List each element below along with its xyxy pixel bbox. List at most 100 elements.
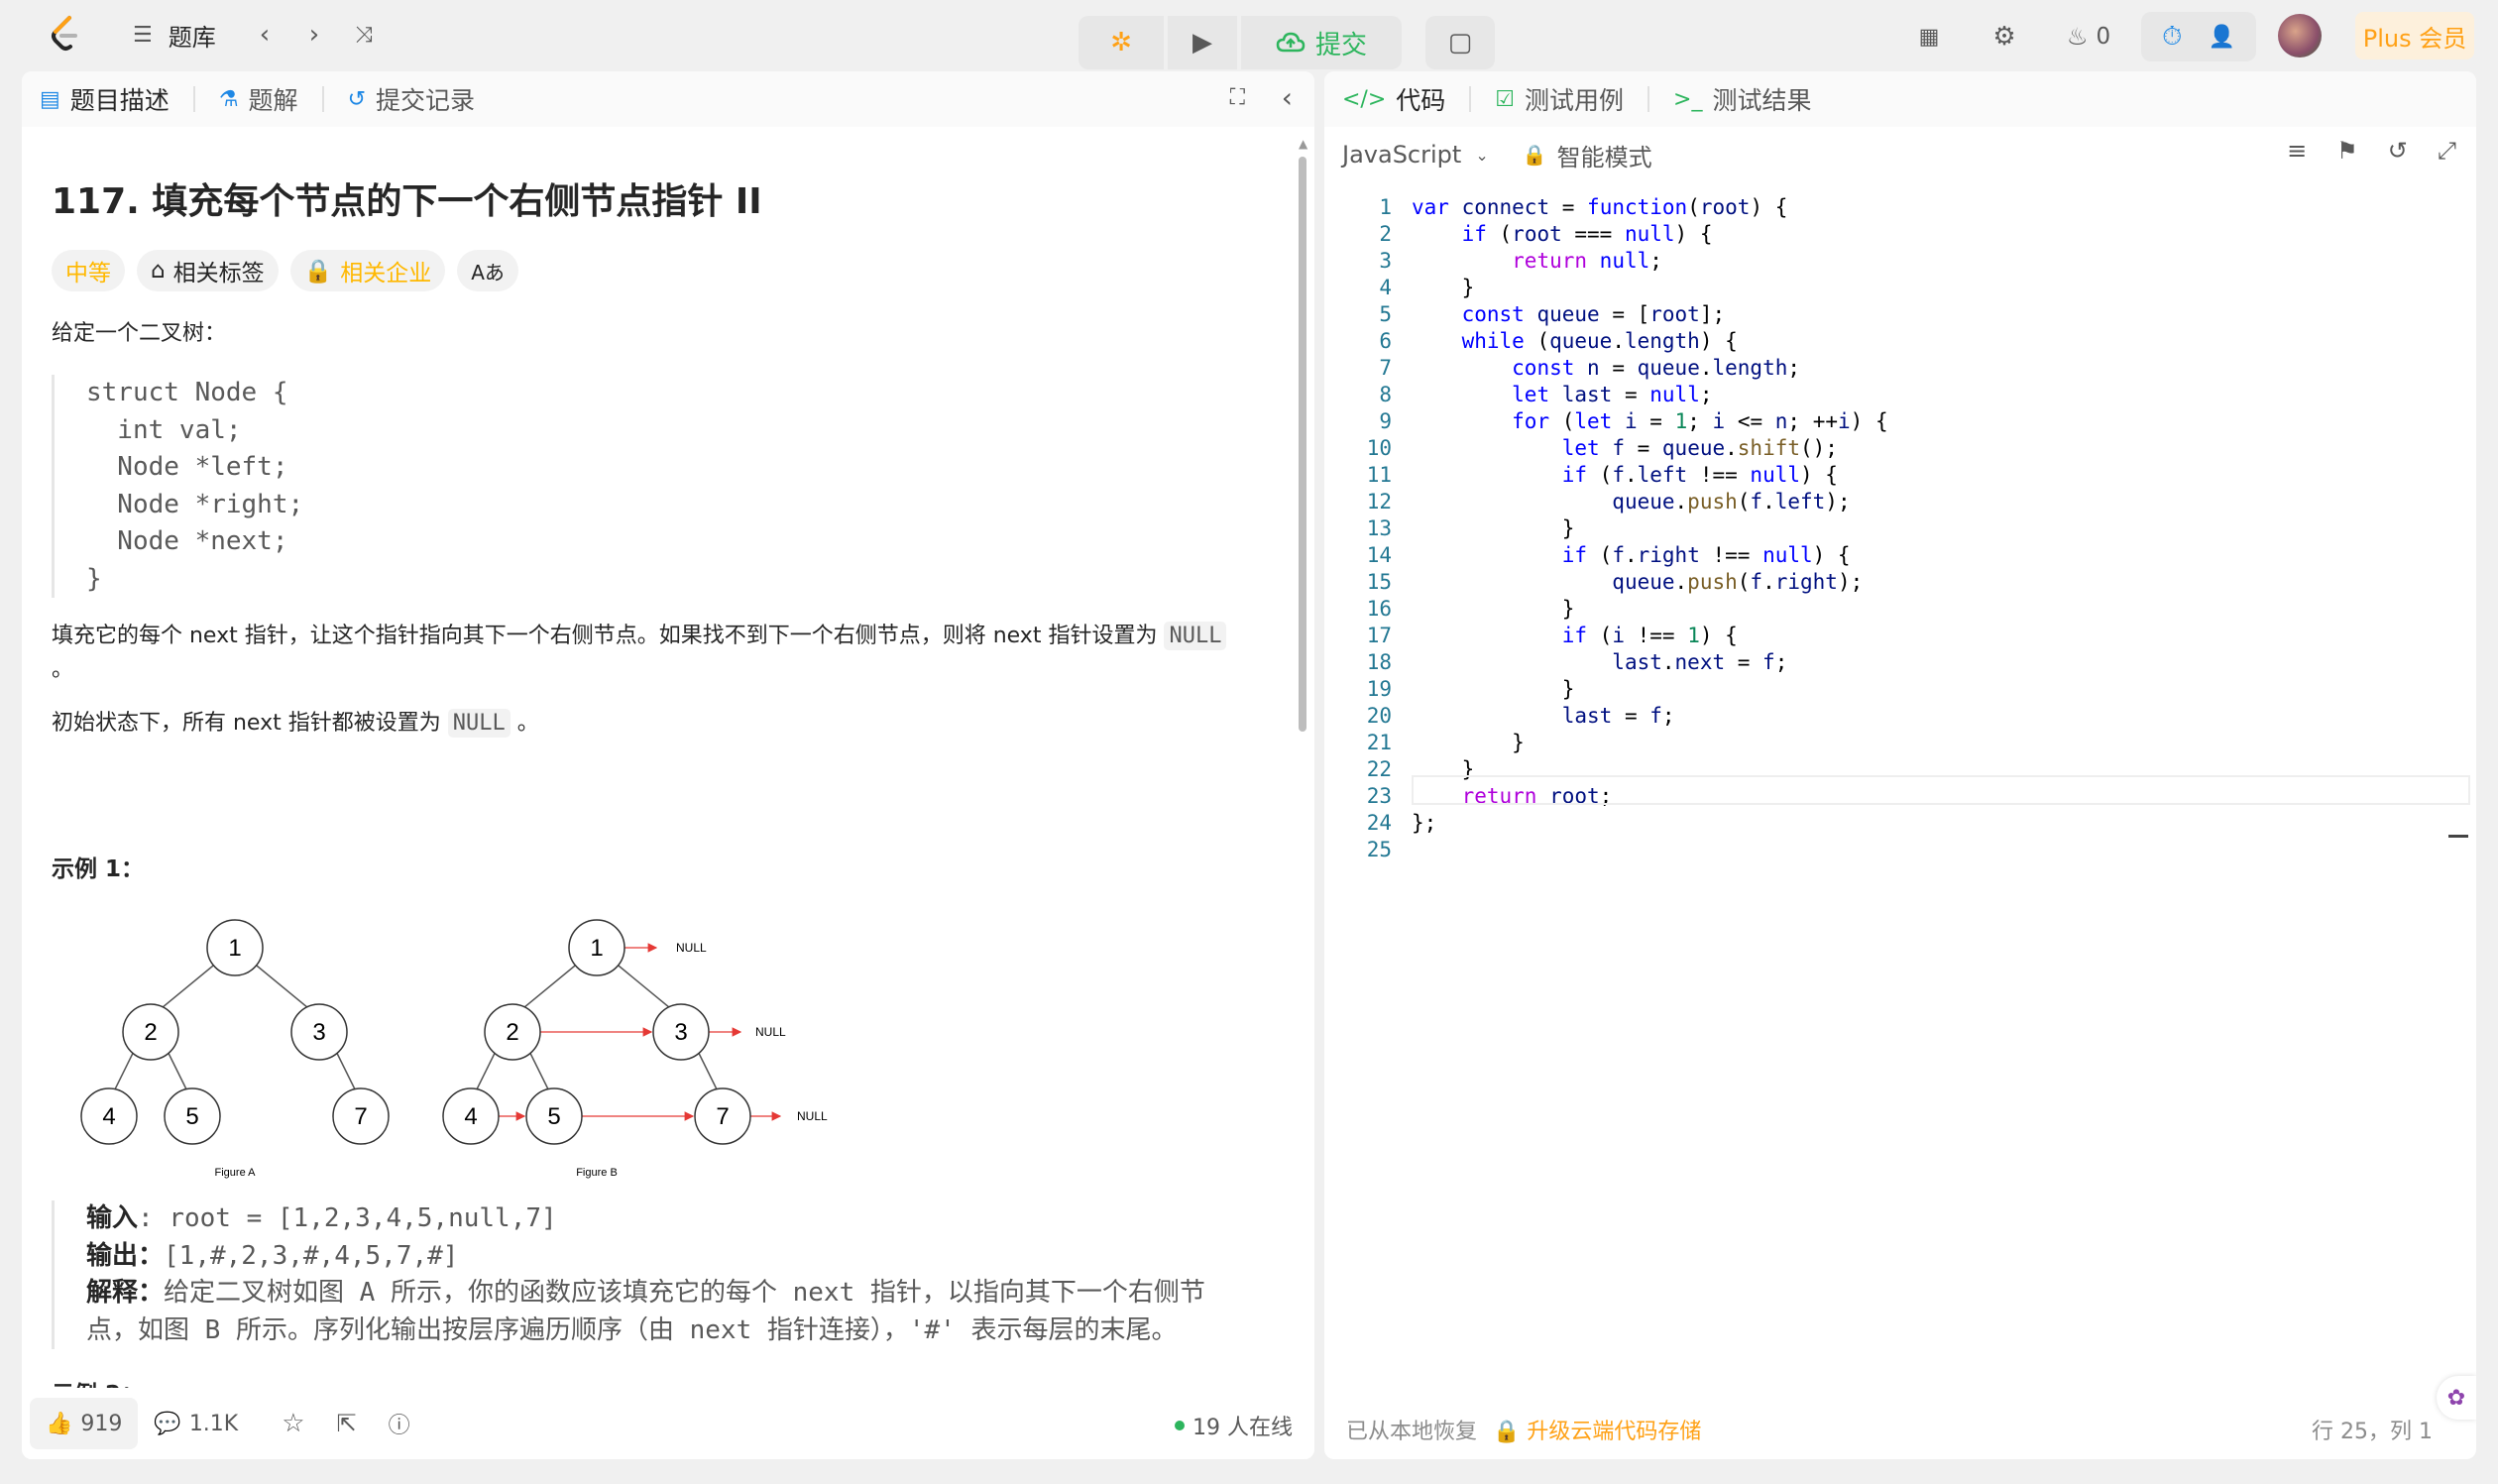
flask-icon: ⚗ [218, 86, 239, 112]
streak-counter[interactable]: ♨ 0 [2054, 20, 2123, 54]
topics-tag-button[interactable]: ⌂ 相关标签 [137, 250, 279, 291]
like-count: 919 [80, 1411, 123, 1436]
code-line[interactable]: 12 queue.push(f.left); [1324, 489, 2476, 515]
like-button[interactable]: 👍 919 [30, 1398, 139, 1449]
code-line[interactable]: 6 while (queue.length) { [1324, 328, 2476, 355]
tab-divider [1647, 86, 1650, 112]
code-line[interactable]: 17 if (i !== 1) { [1324, 623, 2476, 649]
smart-mode-toggle[interactable]: 🔒 智能模式 [1523, 138, 1652, 172]
problem-bank-nav[interactable]: ☰ 题库 [133, 18, 216, 52]
language-select[interactable]: JavaScript ⌄ [1342, 141, 1489, 169]
submit-button[interactable]: 提交 [1241, 16, 1402, 69]
comment-count: 1.1K [188, 1411, 239, 1436]
code-line[interactable]: 11 if (f.left !== null) { [1324, 462, 2476, 489]
collapse-icon[interactable]: ‹ [1282, 81, 1293, 114]
svg-text:5: 5 [547, 1103, 560, 1130]
code-line[interactable]: 8 let last = null; [1324, 382, 2476, 408]
debug-button[interactable]: ✲ [1079, 16, 1164, 69]
add-user-icon[interactable]: 👤 [2208, 25, 2234, 50]
code-line[interactable]: 24}; [1324, 810, 2476, 837]
code-text: const queue = [root]; [1461, 302, 1726, 326]
favorite-button[interactable]: ☆ [266, 1398, 320, 1449]
code-line[interactable]: 18 last.next = f; [1324, 649, 2476, 676]
fullscreen-icon[interactable]: ⛶ [1230, 85, 1245, 110]
code-line[interactable]: 25 [1324, 837, 2476, 863]
next-problem-icon[interactable]: › [299, 18, 329, 52]
notes-button[interactable]: ▢ [1425, 16, 1495, 69]
shuffle-icon[interactable]: ⤨ [349, 18, 379, 52]
code-line[interactable]: 14 if (f.right !== null) { [1324, 542, 2476, 569]
upgrade-storage-link[interactable]: 🔒 升级云端代码存储 [1493, 1414, 1701, 1445]
comments-button[interactable]: 💬 1.1K [138, 1398, 254, 1449]
ai-assistant-icon[interactable]: ✿ [2437, 1376, 2476, 1420]
tab-code[interactable]: </> 代码 [1342, 81, 1445, 117]
companies-tag-label: 相关企业 [340, 261, 432, 286]
null-code: NULL [1164, 622, 1227, 650]
companies-tag-button[interactable]: 🔒 相关企业 [289, 250, 446, 291]
prev-problem-icon[interactable]: ‹ [250, 18, 280, 52]
tab-submissions[interactable]: ↺ 提交记录 [348, 81, 475, 117]
example-1-title: 示例 1： [52, 856, 145, 882]
expand-icon[interactable]: ⤢ [2438, 137, 2456, 165]
code-line[interactable]: 7 const n = queue.length; [1324, 355, 2476, 382]
code-line[interactable]: 5 const queue = [root]; [1324, 301, 2476, 328]
figure-a: 1 2 3 4 5 7 Figure A [80, 919, 390, 1179]
example-1-block: 输入: root = [1,2,3,4,5,null,7] 输出：[1,#,2,… [52, 1200, 1281, 1349]
code-line[interactable]: 4 } [1324, 275, 2476, 301]
input-label: 输入 [86, 1203, 139, 1233]
figure-b-caption: Figure B [576, 1167, 618, 1179]
code-text: } [1412, 516, 1575, 540]
top-navbar: ☰ 题库 ‹ › ⤨ ✲ ▶ 提交 ▢ ▦ ⚙ ♨ 0 ⏱ 👤 Plus 会员 [0, 0, 2498, 69]
line-number: 14 [1366, 543, 1392, 567]
code-line[interactable]: 1 var connect = function(root) { [1324, 194, 2476, 221]
code-editor[interactable]: 1 var connect = function(root) {2 if (roo… [1324, 194, 2476, 863]
description-paragraph-1: 填充它的每个 next 指针，让这个指针指向其下一个右侧节点。如果找不到下一个右… [52, 620, 1281, 687]
code-line[interactable]: 13 } [1324, 515, 2476, 542]
run-button[interactable]: ▶ [1168, 16, 1237, 69]
tab-results[interactable]: >_ 测试结果 [1673, 81, 1811, 117]
format-icon[interactable]: ≡ [2287, 137, 2307, 165]
code-line[interactable]: 2 if (root === null) { [1324, 221, 2476, 248]
code-line[interactable]: 16 } [1324, 596, 2476, 623]
code-text: queue.push(f.left); [1612, 490, 1851, 514]
example-tree-figure: 1 2 3 4 5 7 Figure A 1 2 3 4 5 7 NULL NU… [80, 919, 828, 1179]
desc1-end: 。 [52, 657, 74, 682]
null-code: NULL [447, 709, 511, 738]
line-number: 22 [1366, 757, 1392, 781]
cloud-upload-icon [1276, 32, 1306, 53]
scrollbar-thumb[interactable] [1299, 157, 1306, 732]
user-avatar[interactable] [2278, 14, 2322, 57]
settings-gear-icon[interactable]: ⚙ [1987, 20, 2022, 54]
code-line[interactable]: 3 return null; [1324, 248, 2476, 275]
code-line[interactable]: 19 } [1324, 676, 2476, 703]
history-icon: ↺ [347, 86, 366, 112]
tab-testcases-label: 测试用例 [1525, 86, 1625, 115]
current-line-highlight [1412, 775, 2470, 805]
tab-description-label: 题目描述 [69, 86, 170, 115]
tab-solutions[interactable]: ⚗ 题解 [219, 81, 298, 117]
code-line[interactable]: 10 let f = queue.shift(); [1324, 435, 2476, 462]
stopwatch-icon[interactable]: ⏱ [2162, 22, 2182, 53]
share-button[interactable]: ⇱ [321, 1398, 373, 1449]
share-icon: ⇱ [336, 1410, 357, 1437]
timer-collab-group: ⏱ 👤 [2141, 12, 2256, 61]
line-number: 11 [1366, 463, 1392, 487]
leetcode-logo[interactable] [46, 14, 85, 56]
code-text: } [1412, 731, 1525, 754]
code-line[interactable]: 9 for (let i = 1; i <= n; ++i) { [1324, 408, 2476, 435]
tab-testcases[interactable]: ☑ 测试用例 [1495, 81, 1624, 117]
fire-icon: ♨ [2066, 23, 2089, 51]
translate-button[interactable]: Aあ [457, 250, 518, 291]
code-line[interactable]: 21 } [1324, 730, 2476, 756]
layout-icon[interactable]: ▦ [1911, 20, 1947, 54]
reset-icon[interactable]: ↺ [2388, 137, 2408, 165]
figure-b: 1 2 3 4 5 7 NULL NULL NULL Figure B [442, 919, 828, 1179]
code-line[interactable]: 20 last = f; [1324, 703, 2476, 730]
note-icon: ▢ [1447, 28, 1473, 57]
help-button[interactable]: ⓘ [373, 1398, 426, 1449]
problem-content: 117. 填充每个节点的下一个右侧节点指针 II 中等 ⌂ 相关标签 🔒 相关企… [52, 161, 1281, 1409]
plus-membership-button[interactable]: Plus 会员 [2355, 12, 2474, 59]
tab-description[interactable]: ▤ 题目描述 [40, 81, 170, 117]
bookmark-icon[interactable]: ⚑ [2336, 137, 2358, 165]
code-line[interactable]: 15 queue.push(f.right); [1324, 569, 2476, 596]
